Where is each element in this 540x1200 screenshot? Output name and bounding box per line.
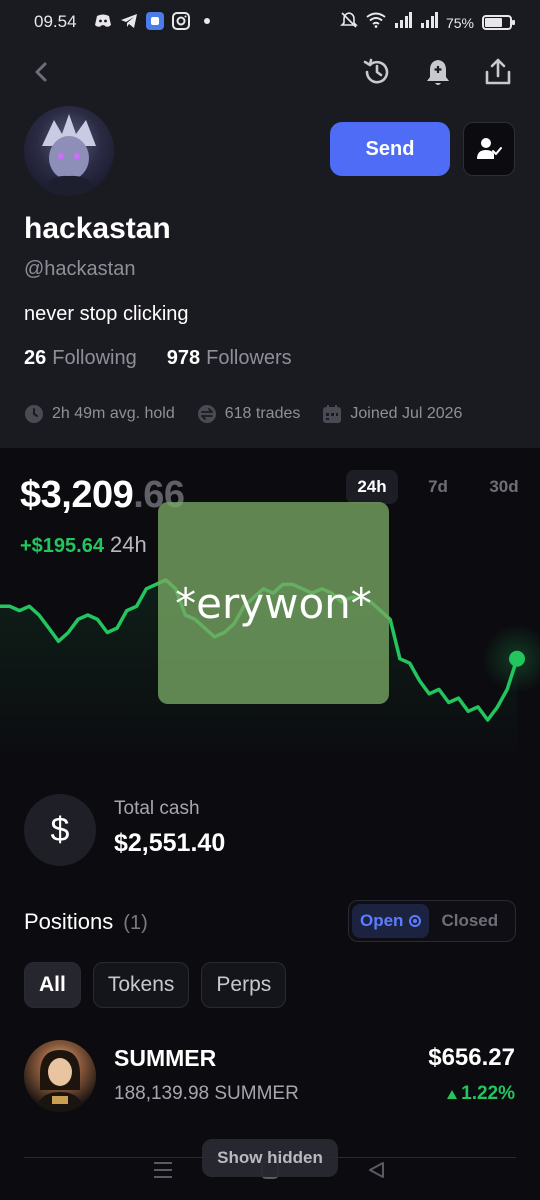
chart-end-dot (509, 650, 525, 667)
portfolio-value-main: $3,209 (20, 474, 134, 516)
range-24h[interactable]: 24h (346, 470, 398, 504)
follow-counts: 26 Following 978 Followers (24, 347, 292, 370)
open-label: Open (360, 911, 404, 930)
send-button[interactable]: Send (330, 122, 450, 176)
wifi-icon (366, 12, 386, 33)
signal-icon-2 (420, 12, 438, 33)
trades-text: 618 trades (224, 405, 301, 422)
positions-label: Positions (24, 909, 114, 934)
open-tab[interactable]: Open (352, 904, 430, 938)
avg-hold-stat: 2h 49m avg. hold (24, 404, 175, 424)
follow-button[interactable] (463, 122, 515, 176)
sticker-text: *erywon* (175, 578, 372, 628)
filter-tokens[interactable]: Tokens (92, 962, 190, 1008)
portfolio-change-period: 24h (109, 532, 147, 557)
battery-icon (482, 15, 515, 30)
instagram-icon (172, 12, 190, 30)
swap-icon (197, 405, 216, 423)
show-hidden-button[interactable]: Show hidden (202, 1139, 338, 1177)
closed-tab[interactable]: Closed (435, 911, 498, 931)
share-icon[interactable] (480, 54, 516, 90)
portfolio-change: +$195.64 24h (20, 532, 147, 558)
cash-value: $2,551.40 (114, 829, 226, 857)
filter-perps[interactable]: Perps (201, 962, 287, 1008)
joined-stat: Joined Jul 2026 (322, 404, 462, 424)
dollar-icon: $ (24, 794, 96, 866)
battery-fill (485, 18, 502, 27)
radio-dot-icon (409, 915, 422, 927)
followers-count[interactable]: 978 (167, 347, 200, 370)
clock-icon (25, 405, 43, 423)
profile-name: hackastan (24, 212, 171, 245)
avatar (24, 106, 114, 196)
history-icon[interactable] (359, 54, 395, 90)
followers-label[interactable]: Followers (206, 347, 292, 370)
back-nav-icon[interactable] (362, 1155, 392, 1185)
portfolio-change-amount: +$195.64 (20, 535, 104, 557)
profile-handle: @hackastan (24, 258, 136, 280)
notification-dot-icon (204, 18, 210, 24)
trades-stat: 618 trades (197, 404, 301, 424)
token-amount: 188,139.98 SUMMER (114, 1083, 299, 1104)
signal-icon (394, 12, 412, 33)
open-closed-toggle: Open Closed (348, 900, 516, 942)
back-icon[interactable] (28, 58, 56, 86)
discord-icon (94, 12, 112, 30)
bell-icon[interactable] (420, 54, 456, 90)
status-time: 09.54 (34, 12, 77, 31)
positions-count: (1) (123, 912, 148, 934)
token-name[interactable]: SUMMER (114, 1045, 216, 1072)
joined-text: Joined Jul 2026 (350, 405, 463, 422)
avg-hold-text: 2h 49m avg. hold (52, 405, 175, 422)
blue-app-icon (146, 12, 164, 30)
range-30d[interactable]: 30d (478, 470, 530, 504)
token-change-value: 1.22% (461, 1083, 515, 1104)
text-sticker-overlay: *erywon* (158, 502, 389, 704)
cash-label: Total cash (114, 798, 200, 819)
following-label[interactable]: Following (52, 347, 136, 370)
status-app-icons (94, 12, 210, 30)
status-right: 75% (340, 11, 515, 34)
position-filters: All Tokens Perps (24, 962, 287, 1008)
telegram-icon (120, 12, 138, 30)
token-value: $656.27 (428, 1044, 515, 1071)
triangle-up-icon (447, 1089, 458, 1099)
range-selector: 24h 7d 30d (346, 470, 530, 504)
profile-stats: 2h 49m avg. hold 618 trades Joined Jul 2… (24, 404, 462, 424)
token-change: 1.22% (447, 1083, 515, 1105)
following-count[interactable]: 26 (24, 347, 46, 370)
filter-all[interactable]: All (24, 962, 81, 1008)
calendar-icon (323, 405, 342, 423)
user-check-icon (477, 138, 502, 159)
profile-bio: never stop clicking (24, 303, 189, 325)
recent-apps-icon[interactable] (148, 1155, 178, 1185)
mute-icon (340, 11, 358, 34)
token-avatar[interactable] (24, 1040, 96, 1112)
positions-title: Positions (1) (24, 909, 148, 935)
range-7d[interactable]: 7d (412, 470, 464, 504)
battery-percent: 75% (445, 14, 474, 31)
